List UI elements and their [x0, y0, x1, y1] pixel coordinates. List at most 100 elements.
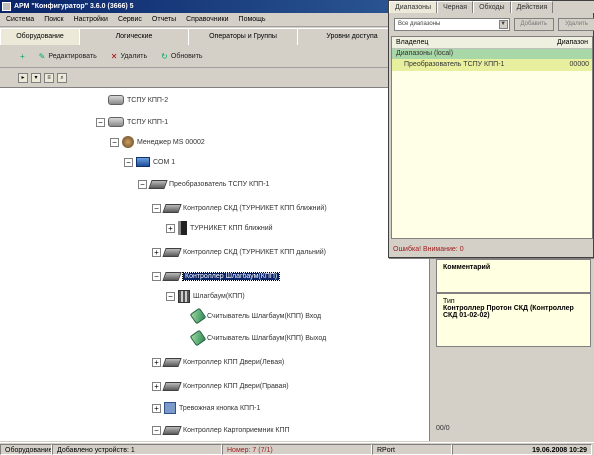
status-number: Номер: 7 (7/1) [222, 443, 372, 455]
server-icon [108, 117, 124, 127]
tree-node[interactable]: + Тревожная кнопка КПП-1 [152, 400, 260, 416]
tree-node-label: Контроллер СКД (ТУРНИКЕТ КПП дальний) [183, 248, 326, 256]
tree-node[interactable]: Считыватель Шлагбаум(КПП) Выход [180, 329, 326, 347]
reader-icon [189, 307, 207, 325]
dialog-add-button[interactable]: Добавить [513, 17, 555, 31]
refresh-icon: ↻ [161, 52, 168, 61]
tree-node-label: Контроллер Шлагбаум(КПП) [181, 271, 281, 281]
dialog-tab-bypasses[interactable]: Обходы [473, 1, 511, 13]
collapse-icon[interactable]: − [166, 291, 175, 301]
tree-node[interactable]: − ТСПУ КПП-1 [96, 114, 168, 130]
tree-node[interactable]: + Контроллер КПП Двери(Правая) [152, 378, 289, 394]
collapse-icon[interactable]: − [152, 271, 161, 281]
expand-all-icon[interactable]: ▸ [18, 72, 28, 83]
collapse-all-icon[interactable]: ▾ [31, 72, 41, 83]
comment-label: Комментарий [443, 264, 491, 271]
controller-icon [162, 425, 182, 435]
tree-node-label: Тревожная кнопка КПП-1 [179, 404, 261, 412]
tree-node[interactable]: − COM 1 [124, 154, 175, 170]
controller-icon [162, 381, 182, 391]
status-section: Оборудование [0, 443, 52, 455]
list-item[interactable]: Преобразователь ТСПУ КПП-1 00000 [392, 59, 592, 71]
tree-node[interactable]: + ТУРНИКЕТ КПП ближний [166, 220, 273, 236]
status-port: RPort [372, 443, 452, 455]
tree-node[interactable]: − Контроллер Шлагбаум(КПП) [152, 268, 281, 284]
menu-item-settings[interactable]: Настройки [72, 13, 110, 26]
ranges-dialog: Диапазоны Черная Обходы Действия Все диа… [388, 0, 594, 258]
tree-node[interactable]: − Шлагбаум(КПП) [166, 288, 245, 304]
tree-node[interactable]: ТСПУ КПП-2 [96, 92, 168, 108]
refresh-button[interactable]: ↻ Обновить [161, 52, 202, 61]
menu-item-help[interactable]: Помощь [237, 13, 268, 26]
expand-icon[interactable]: + [166, 223, 175, 233]
tab-logical[interactable]: Логические [79, 28, 189, 45]
tree-node-label: Шлагбаум(КПП) [193, 292, 245, 300]
dialog-toolbar: Все диапазоны ▼ Добавить Удалить [389, 14, 594, 34]
main-tabs: Оборудование Логические Операторы и Груп… [0, 28, 430, 45]
column-range[interactable]: Диапазон [557, 37, 588, 48]
dialog-status: Ошибка! Внимание: 0 [393, 246, 464, 253]
tree-node[interactable]: − Преобразователь ТСПУ КПП-1 [138, 176, 269, 192]
chevron-down-icon[interactable]: ▼ [498, 19, 508, 29]
ranges-list: Владелец Диапазон Диапазоны (local) Прео… [391, 36, 593, 239]
list-item-value: 00000 [569, 61, 589, 68]
collapse-icon[interactable]: − [152, 425, 161, 435]
expand-icon[interactable]: + [152, 381, 161, 391]
converter-icon [148, 179, 168, 189]
expand-icon[interactable]: + [152, 357, 161, 367]
ranges-list-header: Владелец Диапазон [392, 37, 592, 49]
tree-node[interactable]: − Контроллер СКД (ТУРНИКЕТ КПП ближний) [152, 200, 327, 216]
tree-node[interactable]: Считыватель Шлагбаум(КПП) Вход [180, 307, 322, 325]
tree-node[interactable]: + Контроллер КПП Двери(Левая) [152, 354, 284, 370]
tree-node-label: Контроллер КПП Двери(Правая) [183, 382, 289, 390]
controller-icon [162, 247, 182, 257]
tree-node-label: Менеджер МS 00002 [137, 138, 205, 146]
toolbar-add-button[interactable]: + [20, 52, 25, 61]
menu-item-system[interactable]: Система [4, 13, 36, 26]
expand-icon[interactable]: + [152, 247, 161, 257]
window-title: АРМ "Конфигуратор" 3.6.0 (3666) 5 [14, 3, 134, 10]
tree-node[interactable]: − Контроллер Картоприемник КПП [152, 422, 290, 438]
search-icon[interactable]: ⌕ [57, 72, 67, 83]
menu-item-references[interactable]: Справочники [184, 13, 230, 26]
collapse-icon[interactable]: − [96, 117, 105, 127]
manager-icon [122, 136, 134, 148]
collapse-icon[interactable]: − [124, 157, 133, 167]
expand-icon[interactable]: + [152, 403, 161, 413]
list-group-row[interactable]: Диапазоны (local) [392, 49, 592, 59]
delete-button-label: Удалить [120, 53, 148, 60]
equipment-tree: ТСПУ КПП-2− ТСПУ КПП-1− Менеджер МS 00002−… [0, 88, 430, 441]
edit-button-label: Редактировать [48, 53, 97, 60]
edit-icon: ✎ [38, 52, 46, 61]
dialog-delete-button[interactable]: Удалить [558, 17, 594, 31]
edit-button[interactable]: ✎ Редактировать [39, 52, 97, 61]
controller-icon [162, 203, 182, 213]
tab-operators[interactable]: Операторы и Группы [188, 28, 298, 45]
filter-icon[interactable]: ≡ [44, 72, 54, 83]
properties-pane: Комментарий Тип Контроллер Протон СКД (К… [431, 245, 594, 441]
type-value: Контроллер Протон СКД (Контроллер СКД 01… [443, 305, 574, 319]
toolbar: + ✎ Редактировать ✕ Удалить ↻ Обновить [0, 46, 430, 68]
tree-node-label: Контроллер КПП Двери(Левая) [183, 358, 285, 366]
menu-item-service[interactable]: Сервис [116, 13, 144, 26]
dialog-tab-ranges[interactable]: Диапазоны [389, 1, 438, 13]
delete-button[interactable]: ✕ Удалить [111, 52, 147, 61]
tab-equipment[interactable]: Оборудование [0, 28, 80, 45]
column-owner[interactable]: Владелец [396, 37, 428, 48]
tree-node[interactable]: + Контроллер СКД (ТУРНИКЕТ КПП дальний) [152, 244, 326, 260]
collapse-icon[interactable]: − [152, 203, 161, 213]
range-select[interactable]: Все диапазоны ▼ [394, 17, 510, 31]
refresh-button-label: Обновить [170, 53, 203, 60]
dialog-tab-actions[interactable]: Действия [510, 1, 554, 13]
app-icon [2, 2, 11, 11]
tree-node-label: ТСПУ КПП-2 [127, 96, 169, 104]
collapse-icon[interactable]: − [110, 137, 119, 147]
tree-node-label: Считыватель Шлагбаум(КПП) Вход [207, 312, 322, 320]
dialog-tab-black[interactable]: Черная [437, 1, 474, 13]
list-item-name: Преобразователь ТСПУ КПП-1 [404, 61, 505, 68]
menu-item-search[interactable]: Поиск [42, 13, 65, 26]
collapse-icon[interactable]: − [138, 179, 147, 189]
tree-node[interactable]: − Менеджер МS 00002 [110, 134, 205, 150]
status-datetime: 19.06.2008 10:29 [452, 443, 592, 455]
menu-item-reports[interactable]: Отчеты [150, 13, 178, 26]
